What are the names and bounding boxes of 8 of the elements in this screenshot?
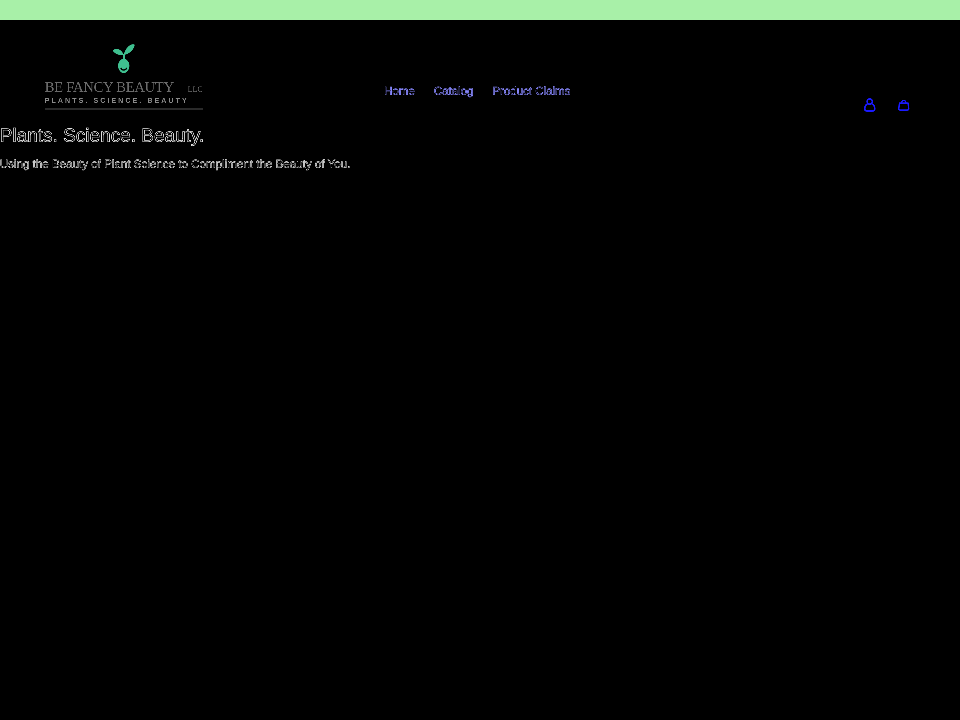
brand-suffix: LLC <box>188 85 203 94</box>
sprout-icon <box>112 42 136 76</box>
hero-heading: Plants. Science. Beauty. <box>0 126 205 148</box>
hero-text: Using the Beauty of Plant Science to Compliment the Beauty of You. <box>0 158 351 171</box>
account-icon[interactable] <box>864 98 876 112</box>
brand-name: BE FANCY BEAUTY <box>45 80 174 97</box>
cart-icon[interactable] <box>898 98 910 112</box>
nav-link[interactable]: Catalog <box>434 86 474 98</box>
